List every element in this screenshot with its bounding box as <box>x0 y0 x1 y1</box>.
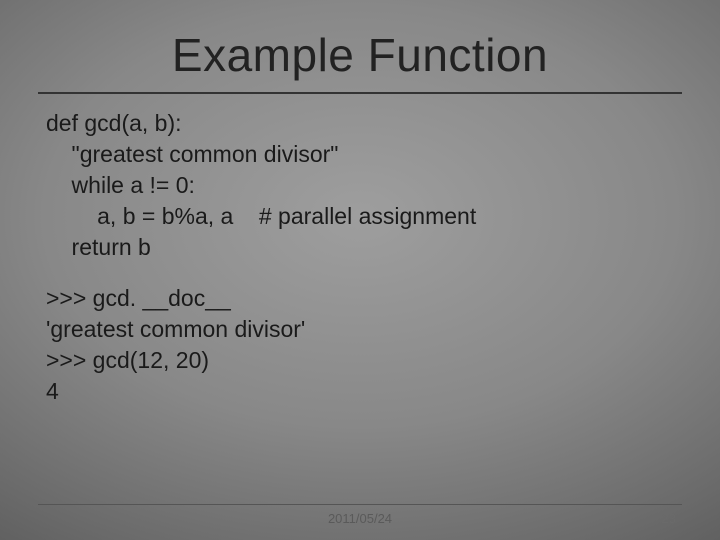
slide-body: def gcd(a, b): "greatest common divisor"… <box>0 94 720 407</box>
slide-footer: 2011/05/24 23 <box>0 504 720 526</box>
output-line: >>> gcd(12, 20) <box>46 347 209 373</box>
footer-date: 2011/05/24 <box>84 511 636 526</box>
code-line: def gcd(a, b): <box>46 110 182 136</box>
code-block: def gcd(a, b): "greatest common divisor"… <box>46 108 674 263</box>
slide-title: Example Function <box>0 0 720 92</box>
divider-bottom <box>38 504 682 505</box>
footer-row: 2011/05/24 23 <box>0 511 720 526</box>
slide: Example Function def gcd(a, b): "greates… <box>0 0 720 540</box>
output-line: 4 <box>46 378 59 404</box>
footer-page: 23 <box>636 511 676 526</box>
output-block: >>> gcd. __doc__ 'greatest common diviso… <box>46 283 674 407</box>
code-line: "greatest common divisor" <box>46 141 338 167</box>
output-line: 'greatest common divisor' <box>46 316 305 342</box>
code-line: return b <box>46 234 151 260</box>
code-line: while a != 0: <box>46 172 195 198</box>
output-line: >>> gcd. __doc__ <box>46 285 231 311</box>
code-line: a, b = b%a, a # parallel assignment <box>46 203 476 229</box>
